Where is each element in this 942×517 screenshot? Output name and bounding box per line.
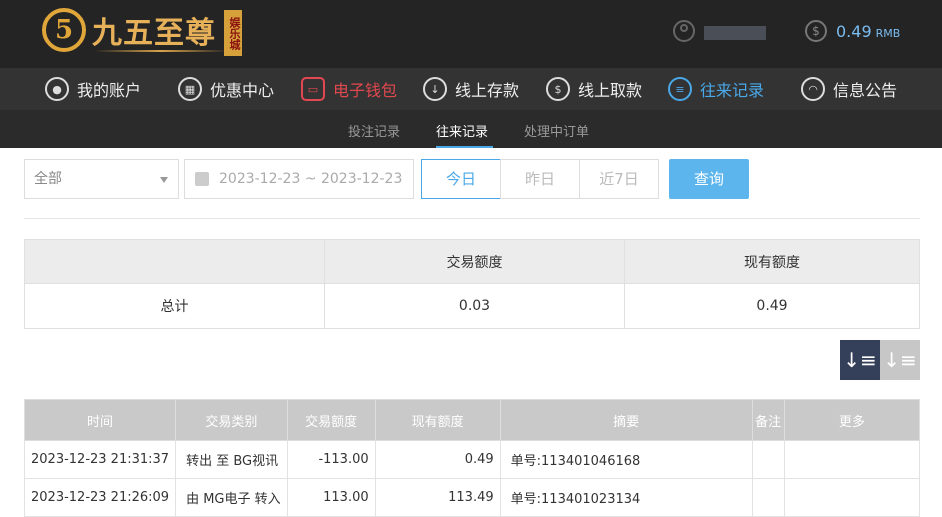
balance: 0.49 RMB	[836, 22, 900, 41]
username-masked	[704, 26, 766, 40]
nav-announcements[interactable]: ◠ 信息公告	[801, 68, 897, 110]
nav-withdraw[interactable]: $ 线上取款	[546, 68, 642, 110]
type-select-value: 全部	[34, 171, 62, 187]
top-bar: 5 九五至尊 娱乐城 $ 0.49 RMB	[0, 0, 942, 68]
nav-e-wallet[interactable]: ▭ 电子钱包	[301, 68, 397, 110]
sort-desc-icon[interactable]: ↓≡	[840, 340, 880, 380]
nav-deposit[interactable]: ↓ 线上存款	[423, 68, 519, 110]
records-icon: ≡	[668, 77, 692, 101]
summary-transaction-amount: 0.03	[324, 283, 625, 329]
balance-amount: 0.49	[836, 22, 872, 41]
nav-promotions[interactable]: ▦ 优惠中心	[178, 68, 274, 110]
gift-icon: ▦	[178, 77, 202, 101]
col-header: 现有额度	[374, 399, 501, 441]
subtab-pending-orders[interactable]: 处理中订单	[524, 121, 589, 140]
subtab-bet-records[interactable]: 投注记录	[348, 121, 400, 140]
type-select[interactable]: 全部	[24, 159, 179, 199]
yesterday-button[interactable]: 昨日	[500, 159, 580, 199]
nav-label: 线上取款	[578, 81, 643, 100]
col-header: 交易类别	[175, 399, 288, 441]
nav-my-account[interactable]: ● 我的账户	[45, 68, 141, 110]
sub-nav: 投注记录 往来记录 处理中订单	[0, 110, 942, 148]
date-range-input[interactable]: 2023-12-23 ~ 2023-12-23	[184, 159, 414, 199]
subtab-transactions[interactable]: 往来记录	[436, 121, 488, 140]
nav-label: 电子钱包	[333, 81, 398, 100]
chevron-down-icon	[160, 177, 168, 183]
summary-table: 交易额度 现有额度 总计 0.03 0.49	[24, 239, 920, 329]
withdraw-icon: $	[546, 77, 570, 101]
summary-header: 交易额度	[324, 239, 625, 284]
nav-label: 我的账户	[77, 81, 142, 100]
calendar-icon	[195, 172, 209, 186]
cell-balance: 0.49	[374, 440, 501, 479]
col-header: 摘要	[499, 399, 753, 441]
coin-icon: $	[805, 20, 827, 42]
logo-emblem: 5	[42, 8, 86, 52]
summary-total-label: 总计	[24, 283, 325, 329]
cell-type: 转出 至 BG视讯	[175, 440, 288, 479]
active-tab-indicator	[436, 146, 493, 148]
bell-icon: ◠	[801, 77, 825, 101]
col-header: 备注	[751, 399, 785, 441]
date-range-value: 2023-12-23 ~ 2023-12-23	[219, 171, 403, 187]
logo-badge: 娱乐城	[224, 10, 242, 56]
logo-underline	[94, 50, 228, 52]
nav-label: 优惠中心	[210, 81, 275, 100]
query-button[interactable]: 查询	[669, 159, 749, 199]
user-circle-icon: ●	[45, 77, 69, 101]
summary-current-balance: 0.49	[624, 283, 920, 329]
cell-summary: 单号:113401046168	[499, 440, 753, 479]
col-header: 交易额度	[286, 399, 376, 441]
divider	[24, 218, 920, 219]
nav-records[interactable]: ≡ 往来记录	[668, 68, 764, 110]
today-button[interactable]: 今日	[421, 159, 501, 199]
records-table: 时间 交易类别 交易额度 现有额度 摘要 备注 更多 2023-12-23 21…	[23, 399, 921, 517]
col-header: 更多	[783, 399, 921, 441]
table-row: 2023-12-23 21:31:37 转出 至 BG视讯 -113.00 0.…	[23, 440, 921, 479]
last-7-days-button[interactable]: 近7日	[579, 159, 659, 199]
cell-more[interactable]	[783, 440, 921, 479]
cell-time: 2023-12-23 21:31:37	[23, 440, 177, 479]
summary-header	[24, 239, 325, 284]
col-header: 时间	[23, 399, 177, 441]
cell-amount: -113.00	[286, 440, 376, 479]
nav-label: 往来记录	[700, 81, 765, 100]
cell-note	[751, 440, 785, 479]
wallet-icon: ▭	[301, 77, 325, 101]
user-icon[interactable]	[673, 20, 695, 42]
main-nav: ● 我的账户 ▦ 优惠中心 ▭ 电子钱包 ↓ 线上存款 $ 线上取款 ≡ 往来记…	[0, 68, 942, 110]
nav-label: 信息公告	[833, 81, 898, 100]
sort-asc-icon[interactable]: ↓≡	[880, 340, 920, 380]
logo-text: 九五至尊	[92, 16, 216, 51]
deposit-icon: ↓	[423, 77, 447, 101]
balance-currency: RMB	[875, 27, 901, 40]
summary-header: 现有额度	[624, 239, 920, 284]
nav-label: 线上存款	[455, 81, 520, 100]
